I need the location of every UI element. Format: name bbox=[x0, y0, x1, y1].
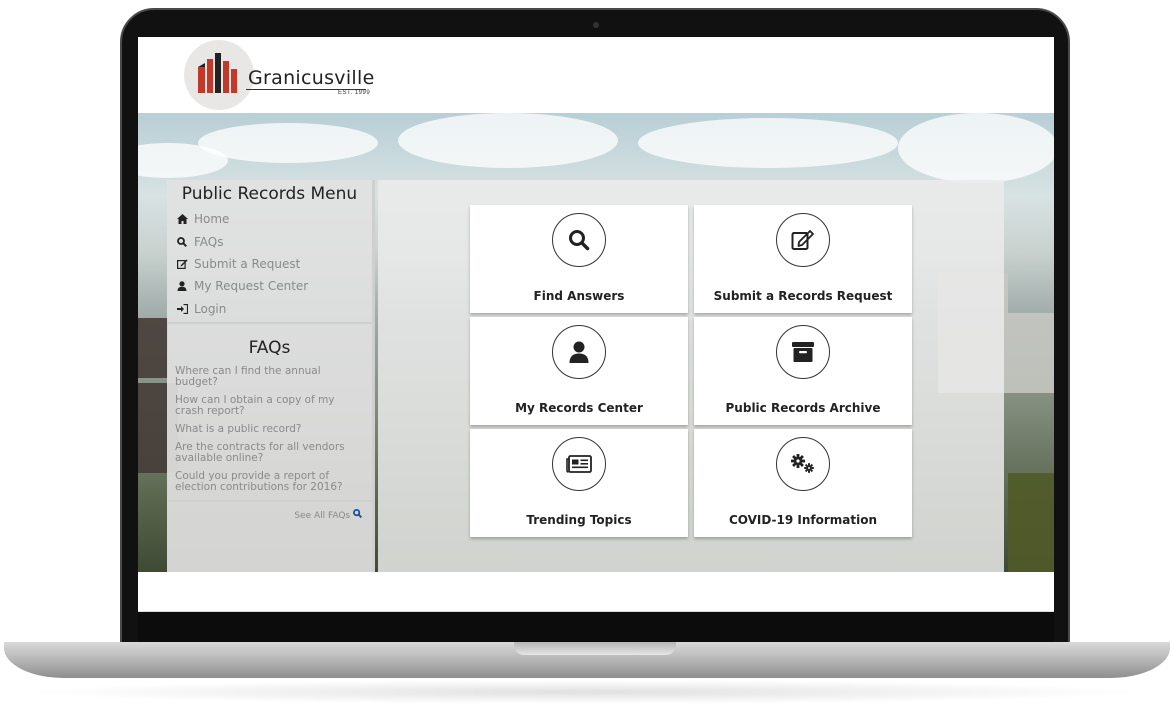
tile-covid-19-information[interactable]: COVID-19 Information bbox=[694, 429, 912, 537]
user-icon bbox=[175, 281, 189, 292]
tile-label: COVID-19 Information bbox=[728, 513, 878, 527]
laptop-bezel-bottom bbox=[138, 612, 1054, 642]
tile-public-records-archive[interactable]: Public Records Archive bbox=[694, 317, 912, 425]
sidebar-item-label: Login bbox=[194, 301, 227, 316]
sidebar-menu: Home FAQs Submit a Request My Request Ce… bbox=[167, 208, 372, 320]
sidebar-item-faqs[interactable]: FAQs bbox=[167, 230, 372, 252]
laptop-shadow bbox=[20, 680, 1150, 704]
tile-icon-circle bbox=[552, 325, 606, 379]
tile-my-records-center[interactable]: My Records Center bbox=[470, 317, 688, 425]
sidebar-item-submit-request[interactable]: Submit a Request bbox=[167, 253, 372, 275]
sidebar-item-label: Submit a Request bbox=[194, 256, 301, 271]
edit-icon bbox=[791, 230, 814, 250]
sidebar-item-login[interactable]: Login bbox=[167, 298, 372, 320]
tile-label: Trending Topics bbox=[526, 513, 632, 527]
search-icon bbox=[569, 230, 590, 251]
site-header: Granicusville EST. 1999 bbox=[138, 37, 1054, 113]
faq-link[interactable]: Where can I find the annual budget? bbox=[167, 365, 372, 388]
building-logo-icon[interactable] bbox=[196, 53, 242, 93]
tile-label: Submit a Records Request bbox=[713, 289, 893, 303]
cogs-icon bbox=[791, 454, 814, 473]
sidebar-menu-title: Public Records Menu bbox=[181, 184, 358, 204]
sidebar-item-home[interactable]: Home bbox=[167, 208, 372, 230]
sign-in-icon bbox=[175, 303, 189, 314]
sidebar-item-label: Home bbox=[194, 212, 230, 227]
sidebar-item-label: FAQs bbox=[194, 234, 224, 249]
tile-find-answers[interactable]: Find Answers bbox=[470, 205, 688, 313]
tile-submit-records-request[interactable]: Submit a Records Request bbox=[694, 205, 912, 313]
faq-link[interactable]: What is a public record? bbox=[167, 423, 372, 435]
faq-divider bbox=[167, 499, 372, 502]
sidebar-item-my-request-center[interactable]: My Request Center bbox=[167, 275, 372, 297]
webcam bbox=[593, 22, 599, 28]
tile-icon-circle bbox=[552, 437, 606, 491]
faq-title: FAQs bbox=[248, 337, 291, 358]
sidebar-divider bbox=[167, 321, 372, 324]
faq-link[interactable]: Could you provide a report of election c… bbox=[167, 470, 372, 493]
tile-icon-circle bbox=[552, 213, 606, 267]
faq-link[interactable]: How can I obtain a copy of my crash repo… bbox=[167, 394, 372, 417]
tile-trending-topics[interactable]: Trending Topics bbox=[470, 429, 688, 537]
see-all-faqs-label: See All FAQs bbox=[294, 510, 351, 521]
laptop-screen: Granicusville EST. 1999 Public Records M… bbox=[138, 37, 1054, 612]
laptop-base-notch bbox=[514, 642, 676, 655]
newspaper-icon bbox=[566, 455, 592, 473]
tile-icon-circle bbox=[776, 213, 830, 267]
edit-icon bbox=[175, 259, 189, 269]
archive-icon bbox=[792, 342, 814, 362]
search-icon bbox=[175, 236, 189, 247]
brand-established: EST. 1999 bbox=[338, 90, 371, 96]
search-icon bbox=[353, 508, 363, 521]
faq-link[interactable]: Are the contracts for all vendors availa… bbox=[167, 441, 372, 464]
tile-label: My Records Center bbox=[515, 401, 643, 415]
tile-label: Public Records Archive bbox=[725, 401, 881, 415]
user-icon bbox=[569, 341, 589, 363]
tile-icon-circle bbox=[776, 325, 830, 379]
see-all-faqs-link[interactable]: See All FAQs bbox=[167, 508, 372, 521]
sidebar-item-label: My Request Center bbox=[194, 279, 309, 294]
sidebar: Public Records Menu Home FAQs Submit a R… bbox=[167, 180, 375, 572]
main-panel: Find Answers Submit a Records Request My… bbox=[378, 180, 1004, 572]
tile-label: Find Answers bbox=[533, 289, 625, 303]
brand-name[interactable]: Granicusville bbox=[248, 67, 375, 89]
tile-icon-circle bbox=[776, 437, 830, 491]
home-icon bbox=[175, 214, 189, 225]
page-footer bbox=[138, 572, 1054, 612]
